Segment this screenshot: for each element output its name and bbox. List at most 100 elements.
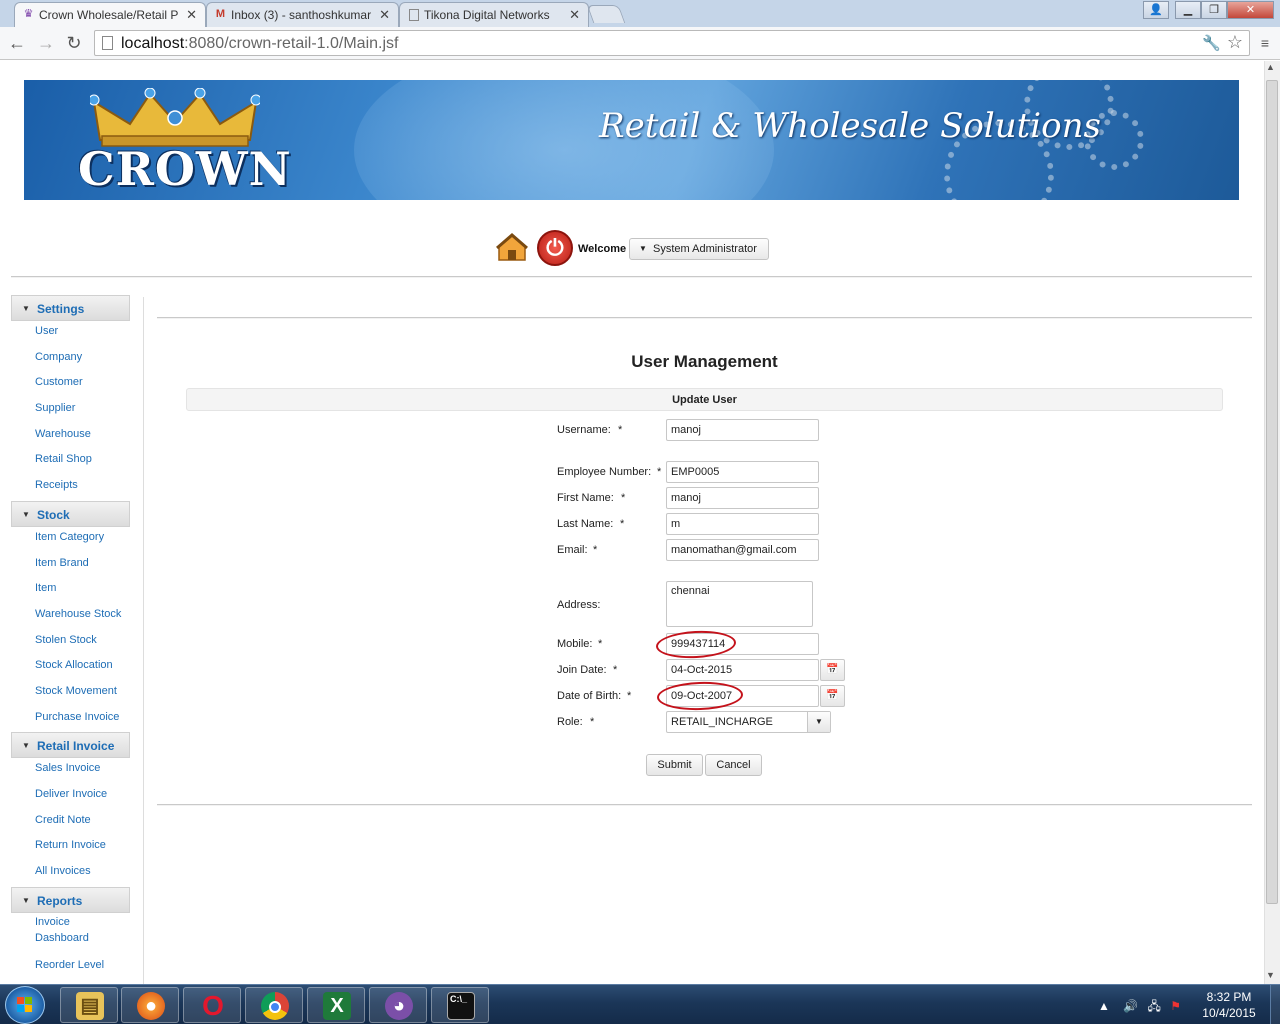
address-textarea[interactable]: chennai: [666, 581, 813, 627]
calendar-icon[interactable]: 📅: [820, 685, 845, 707]
required-marker: *: [590, 716, 595, 728]
back-arrow-icon[interactable]: ←: [6, 32, 28, 54]
sidebar-item-stolen-stock[interactable]: Stolen Stock: [11, 630, 130, 656]
sidebar-item-supplier[interactable]: Supplier: [11, 398, 130, 424]
user-profile-icon[interactable]: 👤: [1143, 1, 1169, 19]
bookmark-star-icon[interactable]: ☆: [1227, 32, 1243, 53]
sidebar-item-return-invoice[interactable]: Return Invoice: [11, 835, 130, 861]
tab-crown-retail[interactable]: ♛ Crown Wholesale/Retail P ✕: [14, 2, 206, 27]
last-name-field[interactable]: [666, 513, 819, 535]
close-tab-icon[interactable]: ✕: [379, 7, 390, 23]
sidebar-section-reports[interactable]: ▼ Reports: [11, 886, 130, 913]
sidebar-item-stock-movement[interactable]: Stock Movement: [11, 681, 130, 707]
sidebar-section-retail-invoice[interactable]: ▼ Retail Invoice: [11, 732, 130, 759]
sidebar-item-receipts[interactable]: Receipts: [11, 475, 130, 501]
wrench-icon[interactable]: 🔧: [1202, 34, 1221, 52]
taskbar-opera[interactable]: O: [183, 987, 241, 1023]
sidebar-divider: [143, 297, 144, 984]
cancel-button[interactable]: Cancel: [705, 754, 762, 776]
sidebar-item-company[interactable]: Company: [11, 347, 130, 373]
sidebar-item-credit-note[interactable]: Credit Note: [11, 810, 130, 836]
taskbar-clock[interactable]: 8:32 PM 10/4/2015: [1196, 989, 1262, 1021]
sidebar-item-deliver-invoice[interactable]: Deliver Invoice: [11, 784, 130, 810]
reload-icon[interactable]: ↻: [63, 32, 85, 54]
content-top-divider: [157, 317, 1252, 319]
tab-label: Tikona Digital Networks: [424, 8, 550, 22]
menu-icon[interactable]: ≡: [1254, 32, 1276, 54]
sidebar-item-item[interactable]: Item: [11, 578, 130, 604]
join-date-field[interactable]: [666, 659, 819, 681]
required-marker: *: [620, 518, 625, 530]
taskbar-firefox[interactable]: ●: [121, 987, 179, 1023]
collapse-triangle-icon: ▼: [22, 741, 30, 751]
join-date-label: Join Date:: [557, 664, 607, 676]
start-button[interactable]: [5, 986, 45, 1024]
page-icon: [409, 9, 419, 21]
sidebar-section-settings[interactable]: ▼ Settings: [11, 295, 130, 321]
clock-time: 8:32 PM: [1206, 990, 1252, 1004]
sidebar-item-reorder-level[interactable]: Reorder Level: [11, 955, 130, 981]
forward-arrow-icon[interactable]: →: [35, 32, 57, 54]
clock-date: 10/4/2015: [1202, 1006, 1256, 1020]
taskbar-github[interactable]: ◕: [369, 987, 427, 1023]
show-desktop-button[interactable]: [1270, 985, 1280, 1024]
sidebar-item-purchase-invoice[interactable]: Purchase Invoice: [11, 707, 130, 733]
user-menu-button[interactable]: ▼ System Administrator: [629, 238, 769, 260]
close-tab-icon[interactable]: ✕: [569, 7, 580, 23]
chrome-icon: [261, 992, 289, 1020]
home-icon[interactable]: [496, 232, 528, 264]
action-center-icon[interactable]: ⚑: [1170, 999, 1181, 1013]
show-hidden-icons-icon[interactable]: ▲: [1098, 999, 1110, 1013]
sidebar-item-invoice-dashboard[interactable]: Invoice Dashboard: [11, 913, 89, 955]
browser-titlebar: ♛ Crown Wholesale/Retail P ✕ M Inbox (3)…: [0, 0, 1280, 27]
page-viewport: CROWN Retail & Wholesale Solutions ⏻ Wel…: [0, 61, 1264, 984]
username-field[interactable]: [666, 419, 819, 441]
sidebar-item-item-category[interactable]: Item Category: [11, 527, 130, 553]
tab-gmail-inbox[interactable]: M Inbox (3) - santhoshkumar ✕: [206, 2, 399, 27]
address-bar[interactable]: localhost:8080/crown-retail-1.0/Main.jsf…: [94, 30, 1250, 56]
taskbar-excel[interactable]: X: [307, 987, 365, 1023]
page-title: User Management: [631, 352, 778, 371]
sidebar-item-item-brand[interactable]: Item Brand: [11, 553, 130, 579]
close-window-button[interactable]: ✕: [1227, 1, 1274, 19]
sidebar-item-user[interactable]: User: [11, 321, 130, 347]
scroll-up-arrow-icon[interactable]: ▲: [1266, 62, 1275, 72]
chevron-down-icon[interactable]: ▼: [807, 712, 830, 732]
minimize-button[interactable]: ▁: [1175, 1, 1201, 19]
email-field[interactable]: [666, 539, 819, 561]
sidebar-item-stock-allocation[interactable]: Stock Allocation: [11, 655, 130, 681]
first-name-field[interactable]: [666, 487, 819, 509]
restore-button[interactable]: ❐: [1201, 1, 1227, 19]
power-logout-icon[interactable]: ⏻: [537, 230, 573, 266]
browser-toolbar: ← → ↻ localhost:8080/crown-retail-1.0/Ma…: [0, 27, 1280, 60]
sidebar-item-retail-shop[interactable]: Retail Shop: [11, 449, 130, 475]
sidebar-item-all-invoices[interactable]: All Invoices: [11, 861, 130, 887]
caret-down-icon: ▼: [639, 244, 647, 253]
new-tab-button[interactable]: [586, 5, 626, 23]
sidebar-item-warehouse[interactable]: Warehouse: [11, 424, 130, 450]
volume-icon[interactable]: 🔊: [1123, 999, 1138, 1013]
employee-number-field[interactable]: [666, 461, 819, 483]
network-icon[interactable]: 🖧: [1148, 999, 1161, 1013]
sidebar-item-customer[interactable]: Customer: [11, 372, 130, 398]
taskbar-explorer[interactable]: ▤: [60, 987, 118, 1023]
content-bottom-divider: [157, 804, 1252, 806]
sidebar-item-sales-invoice[interactable]: Sales Invoice: [11, 758, 130, 784]
welcome-label: Welcome: [578, 243, 627, 255]
role-label: Role:: [557, 716, 583, 728]
tab-tikona[interactable]: Tikona Digital Networks ✕: [399, 2, 589, 27]
scrollbar-thumb[interactable]: [1266, 80, 1278, 904]
mobile-label: Mobile:: [557, 638, 593, 650]
taskbar-cmd[interactable]: C:\_: [431, 987, 489, 1023]
sidebar-item-warehouse-stock[interactable]: Warehouse Stock: [11, 604, 130, 630]
first-name-label: First Name:: [557, 492, 614, 504]
sidebar-section-stock[interactable]: ▼ Stock: [11, 500, 130, 527]
role-select[interactable]: RETAIL_INCHARGE ▼: [666, 711, 831, 733]
calendar-icon[interactable]: 📅: [820, 659, 845, 681]
scroll-down-arrow-icon[interactable]: ▼: [1266, 970, 1275, 980]
windows-taskbar: ▤ ● O X ◕ C:\_ ▲ 🔊 🖧 ⚑ 8:32 PM 10/4/2015: [0, 984, 1280, 1024]
taskbar-chrome[interactable]: [245, 987, 303, 1023]
opera-icon: O: [202, 990, 224, 1021]
close-tab-icon[interactable]: ✕: [186, 7, 197, 23]
submit-button[interactable]: Submit: [646, 754, 703, 776]
